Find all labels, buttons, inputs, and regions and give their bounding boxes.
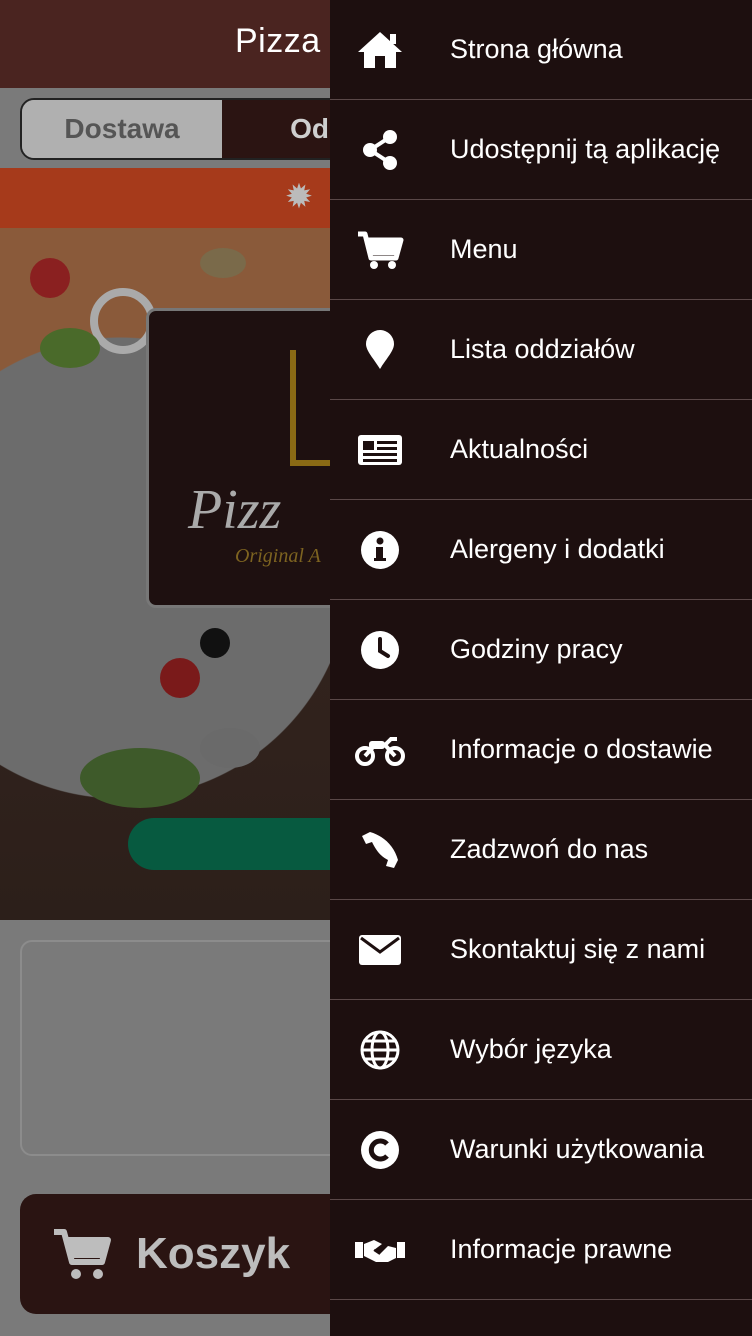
- drawer-item-news[interactable]: Aktualności: [330, 400, 752, 500]
- cart-label: Koszyk: [136, 1229, 291, 1278]
- drawer-item-label: Zadzwoń do nas: [450, 834, 649, 864]
- drawer-item-menu[interactable]: Menu: [330, 200, 752, 300]
- drawer-item-delivery-info[interactable]: Informacje o dostawie: [330, 700, 752, 800]
- logo-text: Pizz: [188, 479, 282, 541]
- drawer-item-label: Skontaktuj się z nami: [450, 934, 706, 964]
- drawer-item-label: Udostępnij tą aplikację: [450, 134, 721, 164]
- delivery-tab[interactable]: Dostawa: [22, 100, 222, 158]
- drawer-item-contact[interactable]: Skontaktuj się z nami: [330, 900, 752, 1000]
- phone-icon: [352, 826, 408, 874]
- drawer-item-terms[interactable]: Warunki użytkowania: [330, 1100, 752, 1200]
- navigation-drawer: Strona główna Udostępnij tą aplikację Me…: [330, 0, 752, 1336]
- map-pin-icon: [352, 326, 408, 374]
- drawer-item-label: Aktualności: [450, 434, 589, 464]
- drawer-item-label: Warunki użytkowania: [450, 1134, 705, 1164]
- drawer-item-label: Lista oddziałów: [450, 334, 635, 364]
- drawer-item-language[interactable]: Wybór języka: [330, 1000, 752, 1100]
- info-icon: [352, 526, 408, 574]
- drawer-item-locations[interactable]: Lista oddziałów: [330, 300, 752, 400]
- drawer-item-allergens[interactable]: Alergeny i dodatki: [330, 500, 752, 600]
- logo-subtitle: Original A: [235, 545, 321, 567]
- drawer-item-legal[interactable]: Informacje prawne: [330, 1200, 752, 1300]
- cart-icon: [54, 1229, 111, 1279]
- drawer-item-label: Informacje prawne: [450, 1234, 673, 1264]
- handshake-icon: [352, 1226, 408, 1274]
- cart-icon: [352, 226, 408, 274]
- drawer-item-label: Godziny pracy: [450, 634, 623, 664]
- badge-star-icon: ✹: [284, 178, 314, 216]
- envelope-icon: [352, 926, 408, 974]
- drawer-item-call[interactable]: Zadzwoń do nas: [330, 800, 752, 900]
- drawer-item-label: Informacje o dostawie: [450, 734, 713, 764]
- drawer-item-label: Strona główna: [450, 34, 623, 64]
- home-icon: [352, 26, 408, 74]
- cart-button[interactable]: Koszyk: [20, 1194, 380, 1314]
- drawer-item-label: Wybór języka: [450, 1034, 612, 1064]
- clock-icon: [352, 626, 408, 674]
- drawer-item-label: Alergeny i dodatki: [450, 534, 665, 564]
- drawer-item-label: Menu: [450, 234, 518, 264]
- globe-icon: [352, 1026, 408, 1074]
- newspaper-icon: [352, 426, 408, 474]
- drawer-item-home[interactable]: Strona główna: [330, 0, 752, 100]
- drawer-item-share[interactable]: Udostępnij tą aplikację: [330, 100, 752, 200]
- drawer-item-hours[interactable]: Godziny pracy: [330, 600, 752, 700]
- motorcycle-icon: [352, 726, 408, 774]
- share-icon: [352, 126, 408, 174]
- copyright-icon: [352, 1126, 408, 1174]
